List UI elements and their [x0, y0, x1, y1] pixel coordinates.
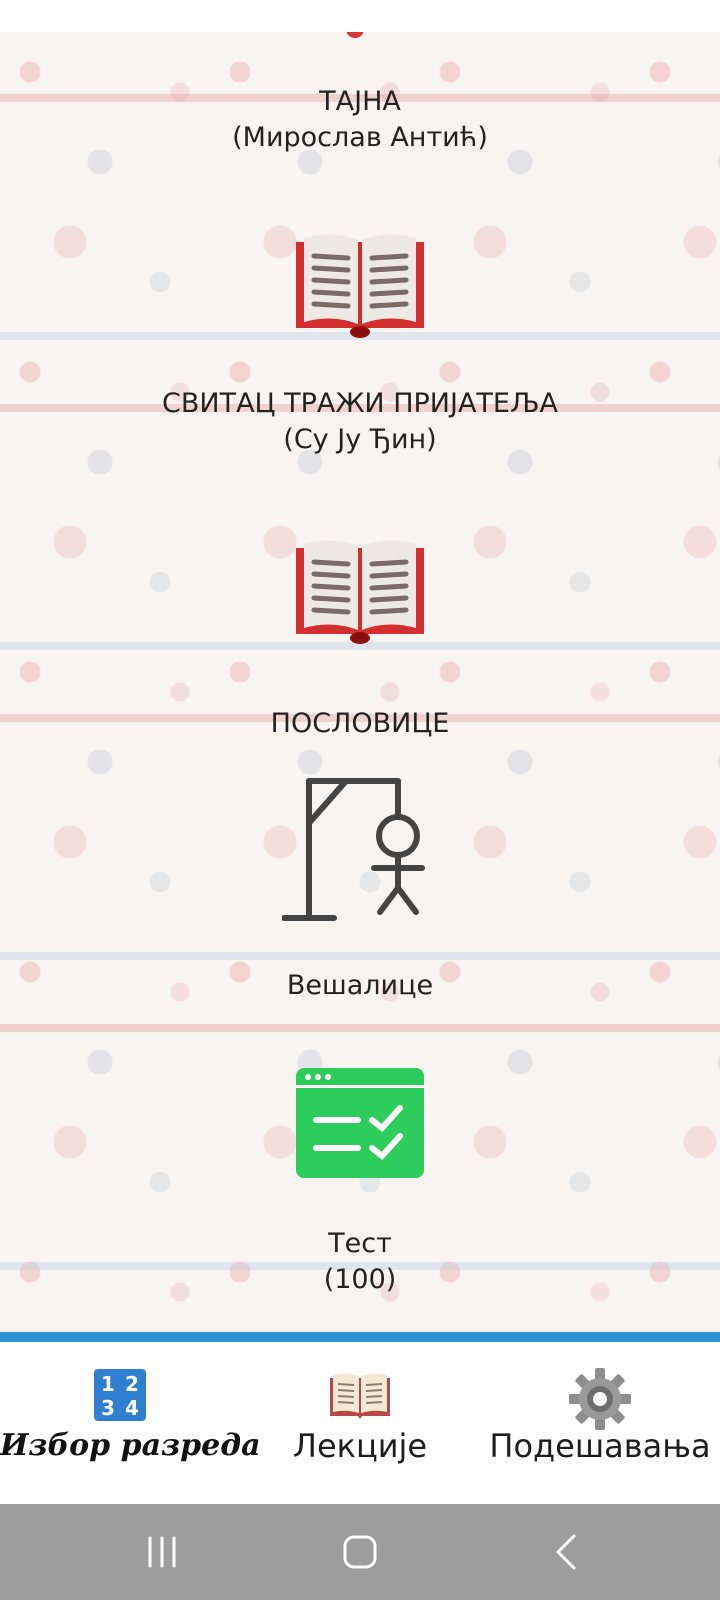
open-book-icon[interactable]: [294, 232, 426, 344]
lesson-item-tajna[interactable]: ТАЈНА (Мирослав Антић): [0, 84, 720, 156]
nav-tab-settings[interactable]: Подешавања: [480, 1342, 720, 1504]
numbers-1234-icon: 12 34: [94, 1369, 146, 1425]
svg-text:4: 4: [125, 1396, 139, 1420]
nav-tab-label: Лекције: [292, 1427, 428, 1465]
lesson-title: Вешалице: [286, 970, 434, 1001]
nav-accent-stripe: [0, 1332, 720, 1342]
lesson-item-svitac[interactable]: СВИТАЦ ТРАЖИ ПРИЈАТЕЉА (Су Ју Ђин): [0, 386, 720, 458]
recent-apps-icon[interactable]: [132, 1526, 192, 1578]
hangman-icon[interactable]: [281, 778, 432, 932]
status-bar: [0, 0, 720, 32]
lesson-list[interactable]: ТАЈНА (Мирослав Антић) СВИТАЦ ТРАЖИ ПРИЈ…: [0, 32, 720, 1332]
system-navigation-bar: [0, 1504, 720, 1600]
lesson-title: ТАЈНА: [319, 86, 401, 117]
back-icon[interactable]: [536, 1526, 596, 1578]
bottom-navigation: 12 34 Избор разреда Лекције Подешавања: [0, 1342, 720, 1504]
nav-tab-grade-select[interactable]: 12 34 Избор разреда: [0, 1342, 261, 1504]
test-checklist-icon[interactable]: [296, 1068, 424, 1182]
svg-text:1: 1: [101, 1372, 115, 1396]
lesson-score: (100): [323, 1264, 397, 1295]
lesson-author: (Мирослав Антић): [232, 122, 488, 153]
lesson-item-test[interactable]: Тест (100): [0, 1226, 720, 1298]
svg-text:2: 2: [125, 1372, 139, 1396]
scroll-indicator-dot: [346, 32, 364, 38]
lesson-author: (Су Ју Ђин): [283, 424, 437, 455]
nav-tab-label: Подешавања: [489, 1427, 711, 1465]
open-book-icon[interactable]: [294, 538, 426, 650]
gear-icon: [569, 1368, 631, 1434]
lesson-item-poslovice[interactable]: ПОСЛОВИЦЕ: [0, 706, 720, 742]
lesson-item-veshalice[interactable]: Вешалице: [0, 968, 720, 1004]
book-icon: [329, 1372, 391, 1424]
home-icon[interactable]: [330, 1526, 390, 1578]
nav-tab-label: Избор разреда: [0, 1428, 261, 1463]
lesson-title: СВИТАЦ ТРАЖИ ПРИЈАТЕЉА: [162, 388, 558, 419]
lesson-title: ПОСЛОВИЦЕ: [270, 708, 450, 739]
nav-tab-lessons[interactable]: Лекције: [240, 1342, 480, 1504]
lesson-title: Тест: [328, 1228, 392, 1259]
svg-text:3: 3: [101, 1396, 115, 1420]
